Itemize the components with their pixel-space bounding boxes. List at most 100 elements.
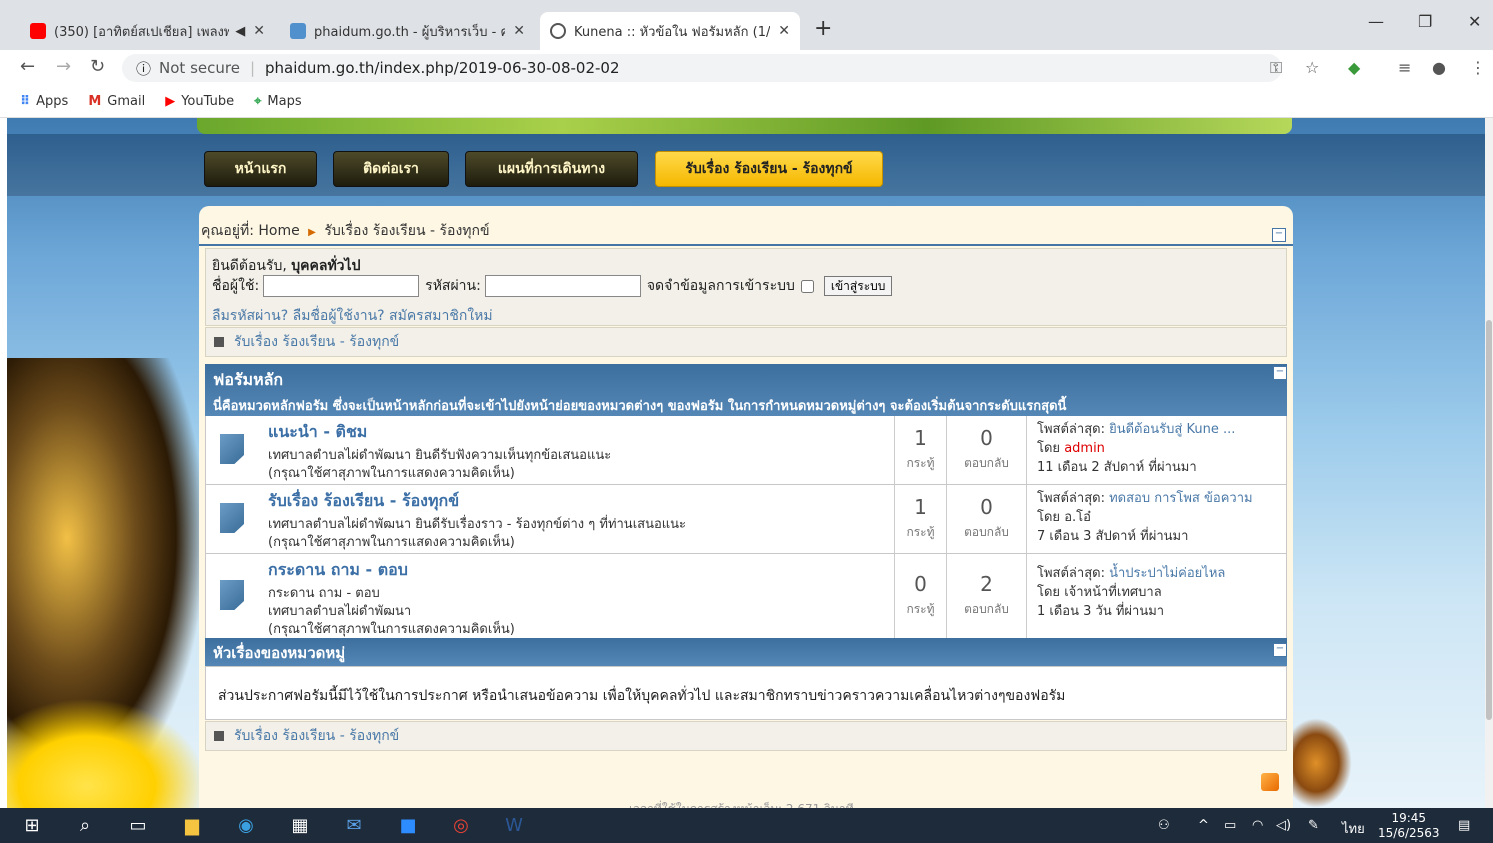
word-icon[interactable]: W — [502, 814, 526, 838]
topics-label: กระทู้ — [906, 525, 935, 539]
new-tab-icon[interactable]: + — [814, 16, 832, 41]
mute-icon[interactable]: ◀ — [235, 24, 245, 39]
last-post-link[interactable]: น้ำประปาไม่ค่อยไหล — [1109, 566, 1225, 581]
replies-label: ตอบกลับ — [964, 456, 1009, 470]
forgot-password-link[interactable]: ลืมรหัสผ่าน? — [212, 308, 288, 324]
info-icon[interactable]: ⓘ — [136, 58, 151, 79]
bookmark-gmail[interactable]: M Gmail — [88, 94, 145, 109]
browser-toolbar: ← → ↻ ⓘ Not secure | phaidum.go.th/index… — [0, 50, 1493, 86]
login-button[interactable]: เข้าสู่ระบบ — [823, 276, 893, 296]
bookmarks-bar: ⠿ Apps M Gmail ▶ YouTube ⌖ Maps — [0, 86, 1493, 118]
address-bar[interactable]: ⓘ Not secure | phaidum.go.th/index.php/2… — [122, 54, 1282, 82]
close-tab-icon[interactable]: ✕ — [513, 23, 525, 39]
username-input[interactable] — [263, 275, 420, 297]
welcome-label: ยินดีต้อนรับ, — [212, 258, 287, 274]
chrome-icon[interactable]: ◎ — [449, 814, 473, 838]
reload-icon[interactable]: ↻ — [90, 56, 105, 77]
restore-icon[interactable]: ❐ — [1418, 12, 1432, 31]
replies-cell: 0 ตอบกลับ — [946, 416, 1026, 484]
collapse-icon[interactable]: − — [1273, 366, 1287, 380]
post-time: 7 เดือน 3 สัปดาห์ ที่ผ่านมา — [1037, 529, 1189, 544]
star-icon[interactable]: ☆ — [1305, 58, 1319, 77]
people-icon[interactable]: ⚇ — [1158, 818, 1170, 833]
path-link[interactable]: รับเรื่อง ร้องเรียน - ร้องทุกข์ — [234, 725, 399, 747]
forgot-username-link[interactable]: ลืมชื่อผู้ใช้งาน? — [293, 308, 385, 324]
last-post-link[interactable]: ยินดีต้อนรับสู่ Kune ... — [1109, 422, 1235, 437]
menu-icon[interactable]: ⋮ — [1470, 58, 1486, 77]
close-tab-icon[interactable]: ✕ — [778, 23, 790, 39]
key-icon[interactable]: ⚿ — [1270, 58, 1282, 78]
bookmark-apps[interactable]: ⠿ Apps — [20, 94, 68, 109]
path-link[interactable]: รับเรื่อง ร้องเรียน - ร้องทุกข์ — [234, 331, 399, 353]
tab-kunena[interactable]: Kunena :: หัวข้อใน ฟอรัมหลัก (1/1) ✕ — [540, 12, 800, 50]
forum-name[interactable]: แนะนำ - ติชม — [268, 420, 367, 445]
task-view-icon[interactable]: ▭ — [126, 814, 150, 838]
forward-icon[interactable]: → — [56, 56, 71, 77]
collapse-icon[interactable]: − — [1272, 228, 1286, 242]
tab-youtube[interactable]: (350) [อาทิตย์สเปเชียล] เพลงพา ◀ ✕ — [20, 12, 275, 50]
nav-home[interactable]: หน้าแรก — [204, 151, 317, 187]
rss-icon[interactable] — [1261, 773, 1279, 791]
welcome-text: ยินดีต้อนรับ, บุคคลทั่วไป — [212, 255, 360, 277]
generation-time: เวลาที่ใช้ในการสร้างหน้าเว็บ: 2.671 วินา… — [629, 800, 854, 808]
login-form: ยินดีต้อนรับ, บุคคลทั่วไป ชื่อผู้ใช้: รห… — [205, 248, 1287, 326]
edge-icon[interactable]: ◉ — [234, 814, 258, 838]
remember-checkbox[interactable] — [800, 279, 814, 293]
media-icon[interactable]: ≡ — [1398, 58, 1411, 77]
scrollbar-thumb[interactable] — [1486, 320, 1492, 720]
replies-cell: 0 ตอบกลับ — [946, 485, 1026, 553]
wifi-icon[interactable]: ◠ — [1252, 818, 1263, 833]
bookmark-youtube[interactable]: ▶ YouTube — [165, 94, 234, 109]
close-window-icon[interactable]: ✕ — [1468, 12, 1481, 31]
avatar[interactable]: ● — [1432, 58, 1446, 77]
back-icon[interactable]: ← — [20, 56, 35, 77]
not-secure-label: Not secure — [159, 59, 240, 77]
forum-container: คุณอยู่ที่: Home ▶ รับเรื่อง ร้องเรียน -… — [199, 206, 1293, 808]
chevron-right-icon: ▶ — [308, 227, 316, 238]
notifications-icon[interactable]: ▤ — [1458, 818, 1470, 833]
windows-start-icon[interactable]: ⊞ — [20, 814, 44, 838]
author-link[interactable]: อ.โอ๋ — [1064, 510, 1091, 525]
url-text[interactable]: phaidum.go.th/index.php/2019-06-30-08-02… — [265, 59, 620, 77]
bookmark-maps[interactable]: ⌖ Maps — [254, 94, 302, 109]
topics-count: 0 — [914, 572, 927, 596]
replies-label: ตอบกลับ — [964, 602, 1009, 616]
chevron-up-icon[interactable]: ^ — [1198, 818, 1209, 833]
author-link[interactable]: admin — [1064, 441, 1105, 456]
last-post-link[interactable]: ทดสอบ การโพส ข้อความ — [1109, 491, 1252, 506]
minimize-icon[interactable]: — — [1368, 12, 1384, 31]
sunflower-decoration — [7, 698, 207, 808]
section-title: ฟอรัมหลัก — [213, 370, 284, 389]
forum-name[interactable]: รับเรื่อง ร้องเรียน - ร้องทุกข์ — [268, 489, 459, 514]
volume-icon[interactable]: ◁) — [1276, 818, 1291, 833]
forum-row: กระดาน ถาม - ตอบ กระดาน ถาม - ตอบ เทศบาล… — [205, 554, 1287, 639]
password-input[interactable] — [484, 275, 641, 297]
close-tab-icon[interactable]: ✕ — [253, 23, 265, 39]
zoom-icon[interactable]: ■ — [396, 814, 420, 838]
author-link[interactable]: เจ้าหน้าที่เทศบาล — [1064, 585, 1161, 600]
tab-title: (350) [อาทิตย์สเปเชียล] เพลงพา — [54, 24, 230, 40]
replies-count: 0 — [980, 495, 993, 519]
search-icon[interactable]: ⌕ — [73, 814, 97, 838]
language-indicator[interactable]: ไทย — [1342, 818, 1365, 839]
file-explorer-icon[interactable]: ▆ — [180, 814, 204, 838]
forum-name[interactable]: กระดาน ถาม - ตอบ — [268, 558, 408, 583]
forum-icon — [220, 580, 244, 610]
pen-icon[interactable]: ✎ — [1308, 818, 1319, 833]
clock-time: 19:45 — [1391, 811, 1427, 825]
store-icon[interactable]: ▦ — [288, 814, 312, 838]
mail-icon[interactable]: ✉ — [342, 814, 366, 838]
nav-map[interactable]: แผนที่การเดินทาง — [465, 151, 638, 187]
tab-title: phaidum.go.th - ผู้บริหารเว็บ - คอน — [314, 24, 506, 40]
collapse-icon[interactable]: − — [1273, 643, 1287, 657]
remember-label: จดจำข้อมูลการเข้าระบบ — [646, 278, 795, 294]
system-clock[interactable]: 19:45 15/6/2563 — [1378, 811, 1440, 841]
nav-contact[interactable]: ติดต่อเรา — [333, 151, 449, 187]
register-link[interactable]: สมัครสมาชิกใหม่ — [389, 308, 493, 324]
tab-phaidum-admin[interactable]: phaidum.go.th - ผู้บริหารเว็บ - คอน ✕ — [280, 12, 535, 50]
battery-icon[interactable]: ▭ — [1224, 818, 1236, 833]
extension-icon[interactable]: ◆ — [1348, 58, 1360, 77]
breadcrumb-home[interactable]: Home — [258, 223, 299, 239]
square-bullet-icon — [214, 337, 224, 347]
nav-complaints[interactable]: รับเรื่อง ร้องเรียน - ร้องทุกข์ — [655, 151, 883, 187]
